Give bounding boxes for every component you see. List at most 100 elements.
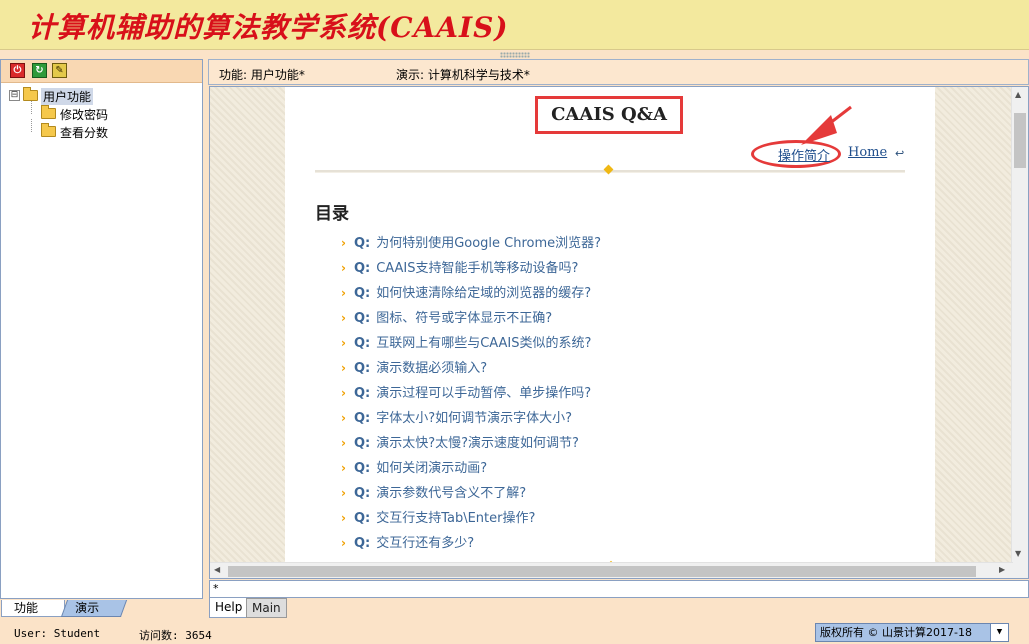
back-icon[interactable]: ↩ bbox=[895, 147, 904, 160]
folder-open-icon bbox=[23, 87, 38, 101]
chevron-right-icon: › bbox=[341, 461, 346, 475]
faq-link[interactable]: 演示参数代号含义不了解? bbox=[376, 486, 526, 501]
right-panel: 功能: 用户功能* 演示: 计算机科学与技术* CAAIS Q&A 操作简介 H… bbox=[208, 59, 1029, 621]
faq-prefix: Q: bbox=[353, 461, 371, 476]
chevron-right-icon: › bbox=[341, 336, 346, 350]
chevron-right-icon: › bbox=[341, 236, 346, 250]
horizontal-scroll-thumb[interactable] bbox=[228, 566, 976, 577]
chevron-right-icon: › bbox=[341, 486, 346, 500]
faq-prefix: Q: bbox=[353, 286, 371, 301]
dropdown-arrow-icon[interactable]: ▼ bbox=[990, 623, 1009, 642]
app-header: 计算机辅助的算法教学系统(CAAIS) bbox=[0, 0, 1029, 50]
help-document: CAAIS Q&A 操作简介 Home ↩ 目录 › Q: 为何特别使用Google… bbox=[285, 87, 935, 578]
chevron-right-icon: › bbox=[341, 536, 346, 550]
power-icon[interactable]: ⏻ bbox=[10, 63, 25, 78]
faq-link[interactable]: 交互行支持Tab\Enter操作? bbox=[376, 511, 535, 526]
tree-node-change-password[interactable]: 修改密码 bbox=[7, 101, 127, 123]
tree-connector bbox=[31, 119, 32, 132]
tab-demo-label: 演示 bbox=[75, 601, 100, 615]
chevron-right-icon: › bbox=[341, 361, 346, 375]
horizontal-scrollbar[interactable]: ◀ ▶ bbox=[210, 562, 1013, 578]
chevron-right-icon: › bbox=[341, 386, 346, 400]
chevron-right-icon: › bbox=[341, 436, 346, 450]
faq-item[interactable]: › Q: 如何关闭演示动画? bbox=[341, 457, 601, 482]
user-status: User: Student bbox=[14, 627, 101, 640]
visit-count: 访问数: 3654 bbox=[139, 629, 212, 642]
function-tree: ⊟ 用户功能 修改密码 查看分数 bbox=[7, 87, 127, 141]
tab-functions[interactable]: 功能 bbox=[1, 600, 65, 617]
scroll-up-icon[interactable]: ▲ bbox=[1015, 90, 1021, 99]
edit-icon[interactable]: ✎ bbox=[52, 63, 67, 78]
horizontal-splitter-grip[interactable] bbox=[500, 52, 530, 58]
status-bar: User: Student 访问数: 3654 版权所有 © 山景计算2017-… bbox=[0, 622, 1029, 644]
app-title: 计算机辅助的算法教学系统(CAAIS) bbox=[28, 11, 509, 44]
faq-item[interactable]: › Q: 如何快速清除给定域的浏览器的缓存? bbox=[341, 282, 601, 307]
tree-node-user-functions[interactable]: ⊟ 用户功能 bbox=[7, 87, 127, 105]
faq-link[interactable]: 演示太快?太慢?演示速度如何调节? bbox=[376, 436, 579, 451]
tree-node-label[interactable]: 用户功能 bbox=[41, 88, 94, 105]
faq-link[interactable]: 互联网上有哪些与CAAIS类似的系统? bbox=[376, 336, 591, 351]
faq-prefix: Q: bbox=[353, 536, 371, 551]
faq-item[interactable]: › Q: CAAIS支持智能手机等移动设备吗? bbox=[341, 257, 601, 282]
folder-icon bbox=[41, 123, 56, 137]
faq-prefix: Q: bbox=[353, 386, 371, 401]
chevron-right-icon: › bbox=[341, 286, 346, 300]
faq-item[interactable]: › Q: 演示太快?太慢?演示速度如何调节? bbox=[341, 432, 601, 457]
faq-item[interactable]: › Q: 交互行支持Tab\Enter操作? bbox=[341, 507, 601, 532]
scrollbar-corner bbox=[1013, 562, 1028, 578]
scroll-right-icon[interactable]: ▶ bbox=[999, 565, 1005, 574]
faq-item[interactable]: › Q: 演示参数代号含义不了解? bbox=[341, 482, 601, 507]
chevron-right-icon: › bbox=[341, 411, 346, 425]
chevron-right-icon: › bbox=[341, 261, 346, 275]
faq-item[interactable]: › Q: 演示数据必须输入? bbox=[341, 357, 601, 382]
faq-prefix: Q: bbox=[353, 311, 371, 326]
faq-prefix: Q: bbox=[353, 511, 371, 526]
faq-item[interactable]: › Q: 图标、符号或字体显示不正确? bbox=[341, 307, 601, 332]
scroll-down-icon[interactable]: ▼ bbox=[1015, 549, 1021, 558]
tree-node-view-scores[interactable]: 查看分数 bbox=[7, 119, 127, 141]
chevron-right-icon: › bbox=[341, 311, 346, 325]
current-demo-label: 演示: 计算机科学与技术* bbox=[396, 68, 530, 82]
faq-prefix: Q: bbox=[353, 261, 371, 276]
faq-link[interactable]: 如何快速清除给定域的浏览器的缓存? bbox=[376, 286, 591, 301]
vertical-scroll-thumb[interactable] bbox=[1014, 113, 1026, 168]
home-link[interactable]: Home bbox=[848, 145, 887, 160]
faq-link[interactable]: 字体太小?如何调节演示字体大小? bbox=[376, 411, 572, 426]
faq-link[interactable]: 图标、符号或字体显示不正确? bbox=[376, 311, 552, 326]
faq-prefix: Q: bbox=[353, 486, 371, 501]
faq-item[interactable]: › Q: 互联网上有哪些与CAAIS类似的系统? bbox=[341, 332, 601, 357]
faq-prefix: Q: bbox=[353, 236, 371, 251]
faq-link[interactable]: 如何关闭演示动画? bbox=[376, 461, 487, 476]
faq-prefix: Q: bbox=[353, 411, 371, 426]
tab-help[interactable]: Help bbox=[209, 598, 249, 618]
tree-node-label[interactable]: 修改密码 bbox=[60, 106, 108, 123]
ops-intro-link[interactable]: 操作简介 bbox=[778, 145, 830, 164]
faq-link[interactable]: 演示数据必须输入? bbox=[376, 361, 487, 376]
faq-list: › Q: 为何特别使用Google Chrome浏览器? › Q: CAAIS支持智能手机… bbox=[341, 232, 601, 557]
faq-prefix: Q: bbox=[353, 361, 371, 376]
faq-link[interactable]: 演示过程可以手动暂停、单步操作吗? bbox=[376, 386, 591, 401]
left-panel: ⏻ ↻ ✎ ⊟ 用户功能 修改密码 查看分数 bbox=[0, 59, 203, 599]
copyright-select[interactable]: 版权所有 © 山景计算2017-18 bbox=[815, 623, 1009, 642]
document-title: CAAIS Q&A bbox=[535, 96, 683, 134]
faq-link[interactable]: CAAIS支持智能手机等移动设备吗? bbox=[376, 261, 578, 276]
tab-demo[interactable]: 演示 bbox=[60, 600, 128, 617]
faq-prefix: Q: bbox=[353, 336, 371, 351]
toc-heading: 目录 bbox=[315, 204, 349, 224]
faq-prefix: Q: bbox=[353, 436, 371, 451]
tree-connector bbox=[31, 101, 32, 114]
faq-item[interactable]: › Q: 字体太小?如何调节演示字体大小? bbox=[341, 407, 601, 432]
refresh-icon[interactable]: ↻ bbox=[32, 63, 47, 78]
faq-item[interactable]: › Q: 交互行还有多少? bbox=[341, 532, 601, 557]
faq-link[interactable]: 交互行还有多少? bbox=[376, 536, 474, 551]
faq-item[interactable]: › Q: 演示过程可以手动暂停、单步操作吗? bbox=[341, 382, 601, 407]
scroll-left-icon[interactable]: ◀ bbox=[214, 565, 220, 574]
faq-link[interactable]: 为何特别使用Google Chrome浏览器? bbox=[376, 236, 601, 251]
interaction-line[interactable]: * bbox=[209, 580, 1029, 598]
collapse-icon[interactable]: ⊟ bbox=[9, 90, 20, 101]
tab-main[interactable]: Main bbox=[246, 598, 287, 618]
current-function-label: 功能: 用户功能* bbox=[219, 68, 305, 82]
faq-item[interactable]: › Q: 为何特别使用Google Chrome浏览器? bbox=[341, 232, 601, 257]
tree-node-label[interactable]: 查看分数 bbox=[60, 124, 108, 141]
vertical-scrollbar[interactable]: ▲ ▼ bbox=[1011, 87, 1028, 562]
